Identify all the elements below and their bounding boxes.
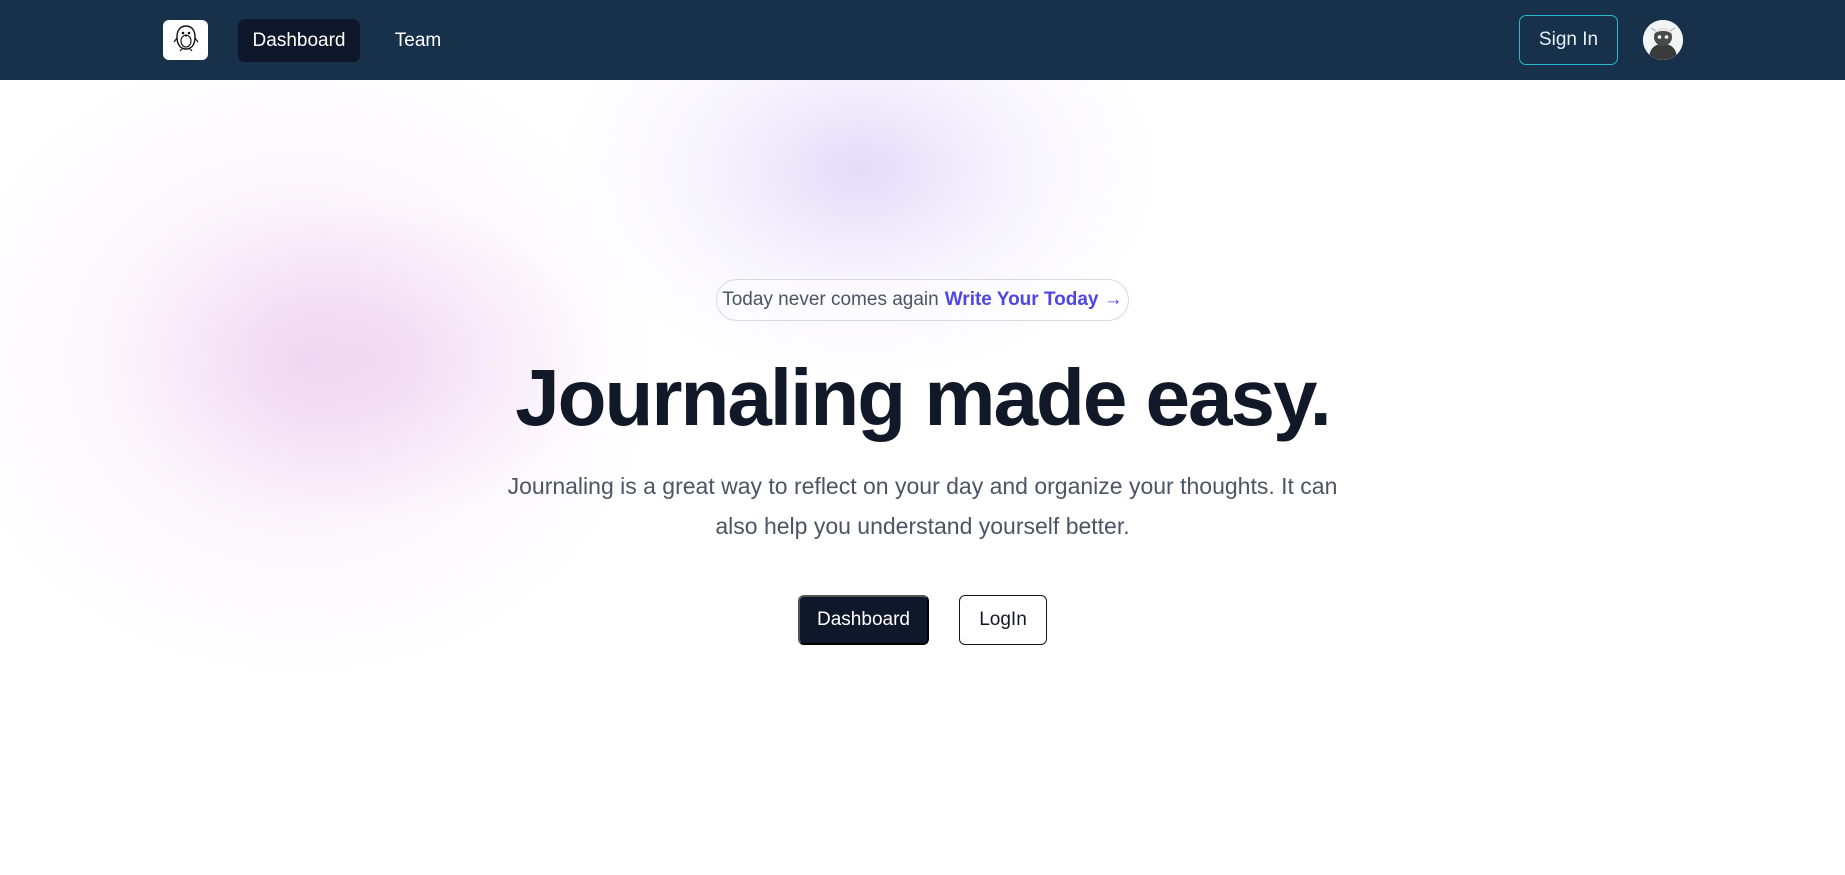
nav-team-link[interactable]: Team — [379, 19, 457, 62]
hero-dashboard-button[interactable]: Dashboard — [798, 595, 929, 645]
hero-subtext: Journaling is a great way to reflect on … — [507, 473, 1338, 539]
user-avatar-icon — [1643, 20, 1683, 60]
sign-in-button[interactable]: Sign In — [1519, 15, 1618, 65]
user-avatar[interactable] — [1643, 20, 1683, 60]
nav-dashboard-link[interactable]: Dashboard — [238, 19, 360, 62]
write-your-today-link[interactable]: Write Your Today → — [945, 289, 1123, 311]
hero-headline: Journaling made easy. — [515, 353, 1332, 442]
pill-text: Today never comes again — [722, 289, 939, 310]
penguin-mascot-icon — [171, 23, 201, 58]
logo-button[interactable] — [163, 20, 208, 60]
top-navbar: Dashboard Team Sign In — [0, 0, 1845, 80]
hero-login-button[interactable]: LogIn — [959, 595, 1047, 645]
announcement-pill: Today never comes again Write Your Today… — [716, 279, 1129, 321]
